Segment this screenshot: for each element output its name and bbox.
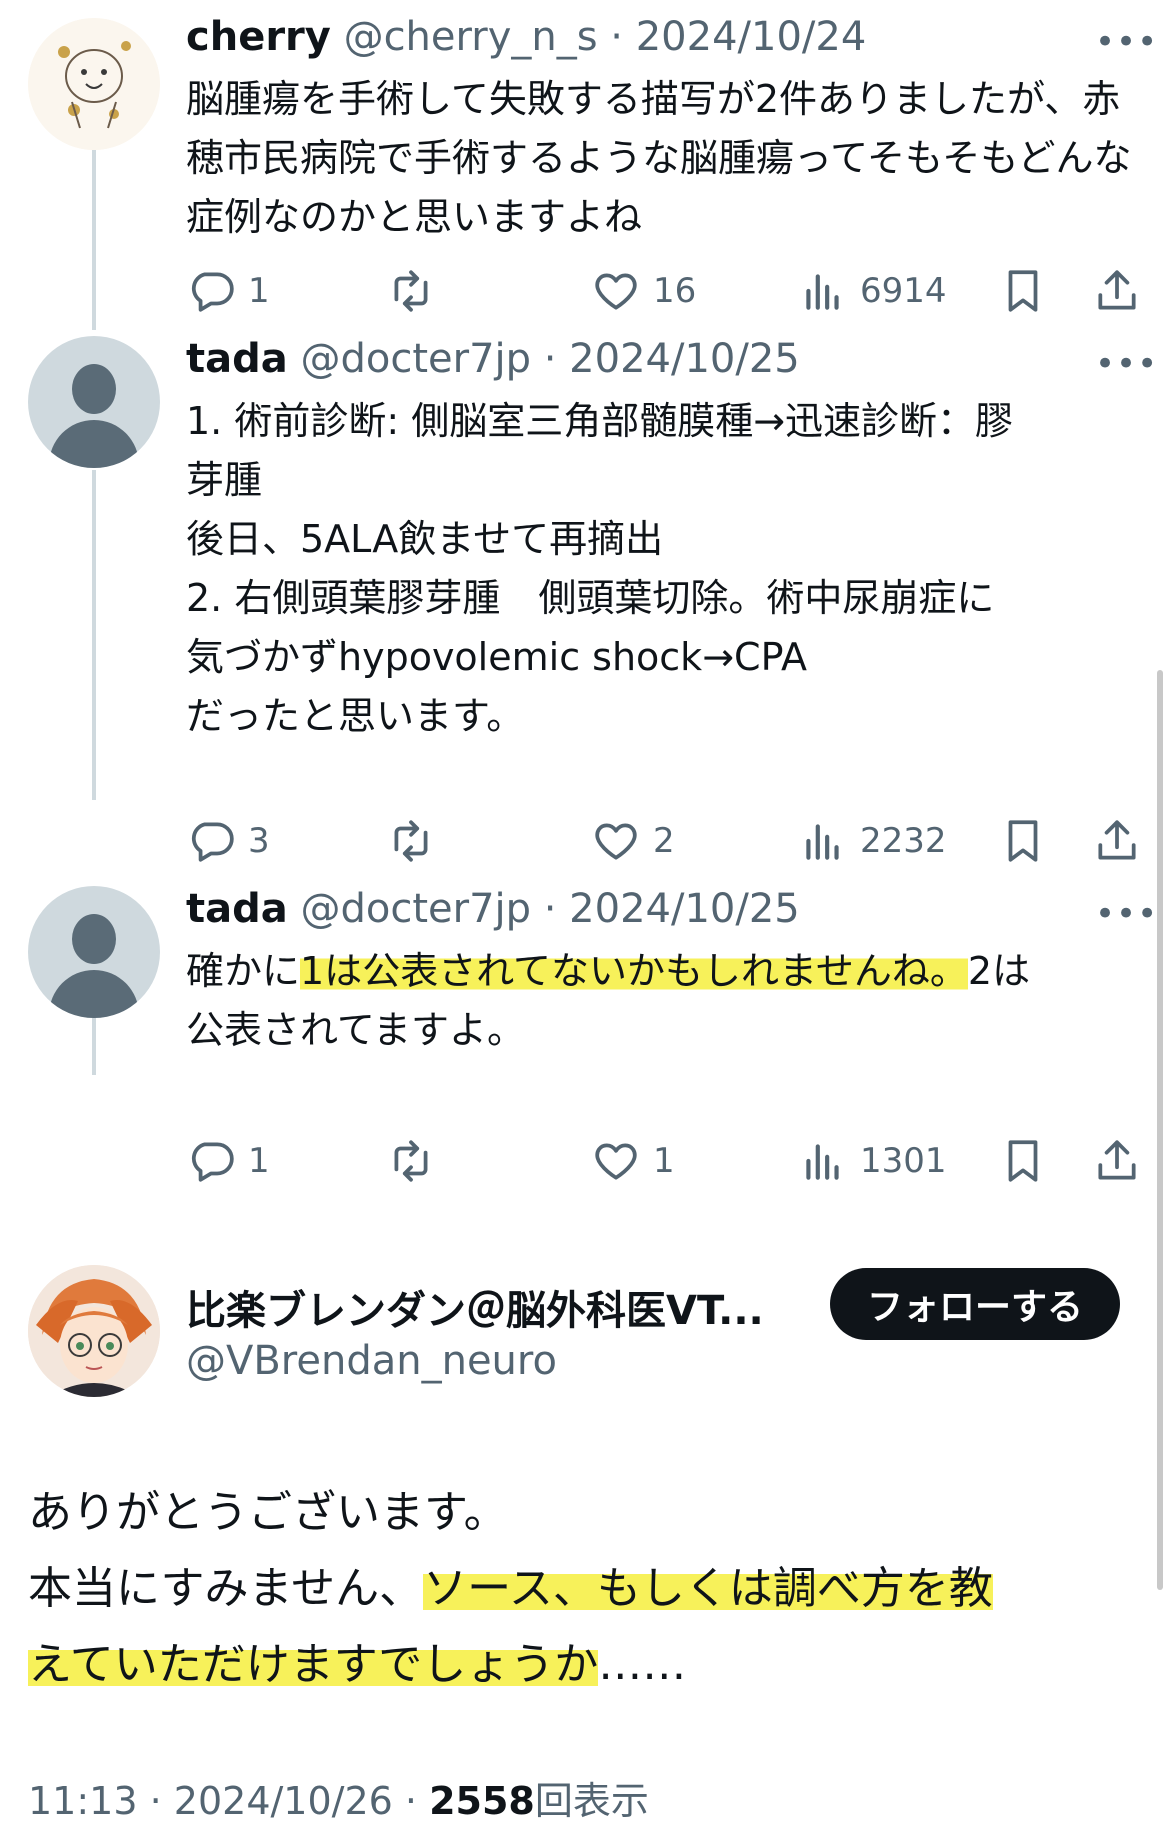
post-date[interactable]: 2024/10/26	[174, 1779, 393, 1823]
retweet-icon	[394, 820, 428, 862]
author-header: 比楽ブレンダン＠脳外科医VT...	[186, 1278, 764, 1336]
tweet[interactable]: tada @docter7jp · 2024/10/25 ••• 1. 術前診断…	[0, 330, 1170, 862]
tweet-header: tada @docter7jp · 2024/10/25	[186, 336, 800, 382]
reply-count: 3	[248, 821, 270, 861]
avatar[interactable]	[28, 886, 160, 1018]
avatar[interactable]	[28, 1265, 160, 1397]
share-button[interactable]	[1092, 263, 1154, 319]
tweet-date[interactable]: 2024/10/25	[569, 886, 800, 932]
bookmark-icon	[1008, 1140, 1038, 1182]
text-segment: 確かに	[186, 949, 301, 993]
bookmark-button[interactable]	[998, 1133, 1060, 1189]
avatar[interactable]	[28, 18, 160, 150]
views-icon	[806, 274, 839, 310]
post-metadata: 11:13 · 2024/10/26 · 2558回表示	[28, 1770, 649, 1825]
reply-icon	[191, 1142, 234, 1182]
view-count: 6914	[860, 271, 947, 311]
reply-count: 1	[248, 271, 270, 311]
tweet-header: cherry @cherry_n_s · 2024/10/24	[186, 14, 866, 60]
separator: ·	[610, 14, 624, 60]
reply-count: 1	[248, 1141, 270, 1181]
like-icon	[595, 273, 637, 310]
share-icon	[1098, 820, 1136, 860]
share-icon	[1098, 270, 1136, 310]
tweet-date[interactable]: 2024/10/24	[636, 14, 867, 60]
display-name[interactable]: tada	[186, 336, 288, 382]
action-bar: 1 1 1301	[186, 1133, 1146, 1189]
handle[interactable]: @docter7jp	[300, 336, 531, 382]
views-label: 回表示	[534, 1779, 649, 1823]
tweet-header: tada @docter7jp · 2024/10/25	[186, 886, 800, 932]
like-button[interactable]: 1	[591, 1133, 675, 1189]
more-options-icon[interactable]: •••	[1095, 894, 1158, 934]
views-icon	[806, 824, 839, 860]
retweet-button[interactable]	[386, 813, 448, 869]
separator: ·	[149, 1779, 162, 1823]
bookmark-button[interactable]	[998, 263, 1060, 319]
handle[interactable]: @VBrendan_neuro	[186, 1338, 557, 1384]
avatar[interactable]	[28, 336, 160, 468]
views-button[interactable]: 1301	[798, 1133, 947, 1189]
text-segment: 脳腫瘍を手術して失敗する描写が2件ありましたが、赤穂市民病院で手術するような脳腫…	[186, 77, 1132, 239]
retweet-button[interactable]	[386, 263, 448, 319]
like-icon	[595, 1143, 637, 1180]
like-count: 1	[653, 1141, 675, 1181]
retweet-icon	[394, 270, 428, 312]
reply-button[interactable]: 3	[186, 813, 270, 869]
separator: ·	[543, 886, 557, 932]
tweet-text: 脳腫瘍を手術して失敗する描写が2件ありましたが、赤穂市民病院で手術するような脳腫…	[186, 70, 1136, 247]
tweet-text: 1. 術前診断: 側脳室三角部髄膜種→迅速診断：膠 芽腫 後日、5ALA飲ませて…	[186, 392, 1136, 746]
reply-button[interactable]: 1	[186, 263, 270, 319]
text-segment: ……	[598, 1639, 687, 1690]
reply-icon	[191, 822, 234, 862]
separator: ·	[543, 336, 557, 382]
views-button[interactable]: 2232	[798, 813, 947, 869]
anime-avatar-image	[28, 1265, 160, 1397]
bookmark-icon	[1008, 820, 1038, 862]
cartoon-avatar-image	[28, 18, 160, 150]
tweet[interactable]: tada @docter7jp · 2024/10/25 ••• 確かに1は公表…	[0, 880, 1170, 1200]
tweet-text: 確かに1は公表されてないかもしれませんね。2は 公表されてますよ。	[186, 942, 1136, 1060]
views-button[interactable]: 6914	[798, 263, 947, 319]
display-name[interactable]: tada	[186, 886, 288, 932]
display-name[interactable]: cherry	[186, 14, 331, 60]
retweet-icon	[394, 1140, 428, 1182]
retweet-button[interactable]	[386, 1133, 448, 1189]
view-count: 1301	[860, 1141, 947, 1181]
more-options-icon[interactable]: •••	[1095, 22, 1158, 62]
bookmark-button[interactable]	[998, 813, 1060, 869]
share-button[interactable]	[1092, 813, 1154, 869]
more-options-icon[interactable]: •••	[1095, 344, 1158, 384]
highlighted-text: 1は公表されてないかもしれませんね。	[300, 949, 968, 993]
scrollbar[interactable]	[1157, 670, 1163, 1590]
like-count: 2	[653, 821, 675, 861]
separator: ·	[404, 1779, 418, 1823]
tweet[interactable]: cherry @cherry_n_s · 2024/10/24 ••• 脳腫瘍を…	[0, 0, 1170, 340]
tweet-date[interactable]: 2024/10/25	[569, 336, 800, 382]
display-name[interactable]: 比楽ブレンダン＠脳外科医VT...	[186, 1288, 764, 1334]
share-icon	[1098, 1140, 1136, 1180]
text-segment: 1. 術前診断: 側脳室三角部髄膜種→迅速診断：膠 芽腫 後日、5ALA飲ませて…	[186, 399, 1014, 738]
share-button[interactable]	[1092, 1133, 1154, 1189]
like-button[interactable]: 2	[591, 813, 675, 869]
main-post-text: ありがとうございます。 本当にすみません、ソース、もしくは調べ方を教 えていただ…	[28, 1475, 1138, 1703]
like-button[interactable]: 16	[591, 263, 696, 319]
reply-icon	[191, 272, 234, 312]
reply-button[interactable]: 1	[186, 1133, 270, 1189]
action-bar: 1 16 6914	[186, 263, 1146, 319]
follow-button[interactable]: フォローする	[830, 1268, 1120, 1340]
view-count: 2232	[860, 821, 947, 861]
bookmark-icon	[1008, 270, 1038, 312]
handle[interactable]: @cherry_n_s	[344, 14, 598, 60]
like-count: 16	[653, 271, 697, 311]
views-count: 2558	[429, 1779, 535, 1823]
action-bar: 3 2 2232	[186, 813, 1146, 869]
handle[interactable]: @docter7jp	[300, 886, 531, 932]
like-icon	[595, 823, 637, 860]
views-icon	[806, 1144, 839, 1180]
post-time[interactable]: 11:13	[28, 1779, 138, 1823]
